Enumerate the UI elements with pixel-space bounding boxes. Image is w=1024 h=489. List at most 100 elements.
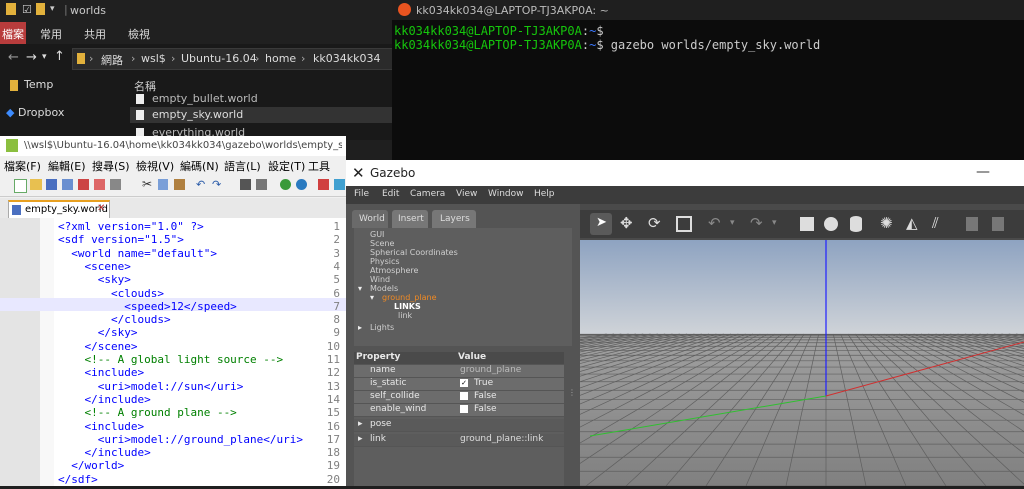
terminal-command: gazebo worlds/empty_sky.world [603, 38, 821, 52]
copy-icon[interactable] [158, 179, 168, 190]
close-file-icon[interactable] [78, 179, 89, 190]
save-all-icon[interactable] [62, 179, 73, 190]
expand-down-icon[interactable]: ▾ [358, 284, 362, 293]
menu-settings[interactable]: 設定(T) [268, 158, 305, 174]
gz-menu-file[interactable]: File [354, 189, 369, 199]
gz-menu-view[interactable]: View [456, 189, 477, 199]
tree-item-models[interactable]: Models [370, 284, 398, 293]
ribbon-tab-view[interactable]: 檢視 [128, 26, 150, 42]
breadcrumb-network[interactable]: 網路 [101, 52, 123, 68]
cut-icon[interactable]: ✂ [142, 177, 152, 191]
directional-light-icon[interactable]: ⫽ [932, 214, 939, 232]
checkbox-checked[interactable]: ✓ [460, 379, 468, 387]
rotate-icon[interactable]: ⟳ [648, 214, 661, 232]
recent-chevron-icon[interactable]: ▾ [42, 52, 47, 62]
tree-item-lights[interactable]: Lights [370, 323, 394, 332]
save-icon[interactable] [46, 179, 57, 190]
gz-menu-edit[interactable]: Edit [382, 189, 399, 199]
translate-icon[interactable]: ✥ [620, 214, 633, 232]
nav-item-dropbox[interactable]: Dropbox [18, 106, 64, 119]
sphere-shape-icon[interactable] [824, 217, 838, 231]
tree-item-gui[interactable]: GUI [370, 230, 384, 239]
forward-arrow-icon[interactable]: → [26, 50, 37, 65]
find-icon[interactable] [240, 179, 251, 190]
scale-icon[interactable] [676, 216, 692, 232]
tree-item-scene[interactable]: Scene [370, 239, 394, 248]
gz-menu-camera[interactable]: Camera [410, 189, 445, 199]
menu-language[interactable]: 語言(L) [224, 158, 261, 174]
copy-icon[interactable] [966, 217, 978, 231]
breadcrumb-user[interactable]: kk034kk034 [313, 52, 380, 65]
splitter-handle[interactable]: ⋮ [568, 388, 576, 397]
spot-light-icon[interactable]: ◭ [906, 214, 918, 232]
open-file-icon[interactable] [30, 179, 42, 190]
cylinder-shape-icon[interactable] [850, 216, 862, 232]
tree-item-spherical[interactable]: Spherical Coordinates [370, 248, 458, 257]
box-shape-icon[interactable] [800, 217, 814, 231]
replace-icon[interactable] [256, 179, 267, 190]
minimize-icon[interactable]: — [976, 164, 990, 180]
gz-menu-window[interactable]: Window [488, 189, 524, 199]
expand-right-icon[interactable]: ▸ [358, 434, 363, 444]
zoom-in-icon[interactable] [280, 179, 291, 190]
gz-menu-help[interactable]: Help [534, 189, 555, 199]
menu-file[interactable]: 檔案(F) [4, 158, 41, 174]
terminal-window[interactable]: kk034kk034@LAPTOP-TJ3AKP0A: ~ kk034kk034… [392, 0, 1024, 160]
code-editor[interactable]: 1 <?xml version="1.0" ?> 2 <sdf version="1.… [0, 218, 346, 486]
undo-icon[interactable]: ↶ [708, 214, 721, 232]
breadcrumb-home[interactable]: home [265, 52, 296, 65]
close-all-icon[interactable] [94, 179, 105, 190]
tab-insert[interactable]: Insert [392, 210, 428, 228]
tree-item-physics[interactable]: Physics [370, 257, 400, 266]
point-light-icon[interactable]: ✺ [880, 214, 893, 232]
property-row-link[interactable]: ▸ link ground_plane::link [354, 434, 564, 447]
undo-icon[interactable]: ↶ [196, 178, 205, 191]
menu-view[interactable]: 檢視(V) [136, 158, 174, 174]
list-item[interactable]: empty_bullet.world [130, 92, 392, 106]
word-wrap-icon[interactable] [334, 179, 345, 190]
new-folder-icon[interactable] [36, 3, 45, 15]
back-arrow-icon[interactable]: ← [8, 50, 19, 65]
new-file-icon[interactable] [14, 179, 27, 193]
select-mode-button[interactable]: ➤ [590, 213, 612, 235]
tab-layers[interactable]: Layers [432, 210, 476, 228]
menu-edit[interactable]: 編輯(E) [48, 158, 86, 174]
list-item-selected[interactable]: empty_sky.world [130, 107, 392, 123]
3d-viewport[interactable] [0, 240, 1024, 487]
chevron-down-icon[interactable]: ▾ [50, 4, 55, 14]
breadcrumb-ubuntu[interactable]: Ubuntu-16.04 [181, 52, 257, 65]
property-row-pose[interactable]: ▸ pose [354, 419, 564, 432]
checkbox-unchecked[interactable] [460, 392, 468, 400]
expand-down-icon[interactable]: ▾ [370, 293, 374, 302]
sync-scroll-icon[interactable] [318, 179, 329, 190]
paste-icon[interactable] [992, 217, 1004, 231]
redo-icon[interactable]: ↷ [750, 214, 763, 232]
ribbon-tab-share[interactable]: 共用 [84, 26, 106, 42]
address-bar[interactable]: › 網路 › wsl$ › Ubuntu-16.04 › home › kk03… [72, 48, 394, 70]
menu-encoding[interactable]: 編碼(N) [180, 158, 219, 174]
check-icon[interactable]: ☑ [22, 3, 32, 16]
chevron-down-icon[interactable]: ▾ [772, 218, 777, 228]
expand-right-icon[interactable]: ▸ [358, 323, 362, 332]
nav-item-temp[interactable]: Temp [24, 78, 53, 91]
up-arrow-icon[interactable]: ↑ [54, 49, 65, 64]
menu-search[interactable]: 搜尋(S) [92, 158, 130, 174]
tree-item-ground-plane[interactable]: ground_plane [382, 293, 437, 302]
paste-icon[interactable] [174, 179, 185, 190]
tree-item-atmosphere[interactable]: Atmosphere [370, 266, 418, 275]
print-icon[interactable] [110, 179, 121, 190]
expand-right-icon[interactable]: ▸ [358, 419, 363, 429]
close-icon[interactable]: ✕ [97, 203, 105, 214]
chevron-down-icon[interactable]: ▾ [730, 218, 735, 228]
ribbon-tab-home[interactable]: 常用 [40, 26, 62, 42]
tree-item-link[interactable]: link [398, 311, 412, 320]
notepad-icon [6, 139, 18, 152]
tab-empty-sky[interactable]: empty_sky.world ✕ [8, 200, 110, 220]
tab-world[interactable]: World [352, 210, 388, 228]
redo-icon[interactable]: ↷ [212, 178, 221, 191]
ribbon-tab-file[interactable]: 檔案 [2, 26, 24, 42]
breadcrumb-wsl[interactable]: wsl$ [141, 52, 166, 65]
zoom-out-icon[interactable] [296, 179, 307, 190]
tree-item-wind[interactable]: Wind [370, 275, 390, 284]
checkbox-unchecked[interactable] [460, 405, 468, 413]
